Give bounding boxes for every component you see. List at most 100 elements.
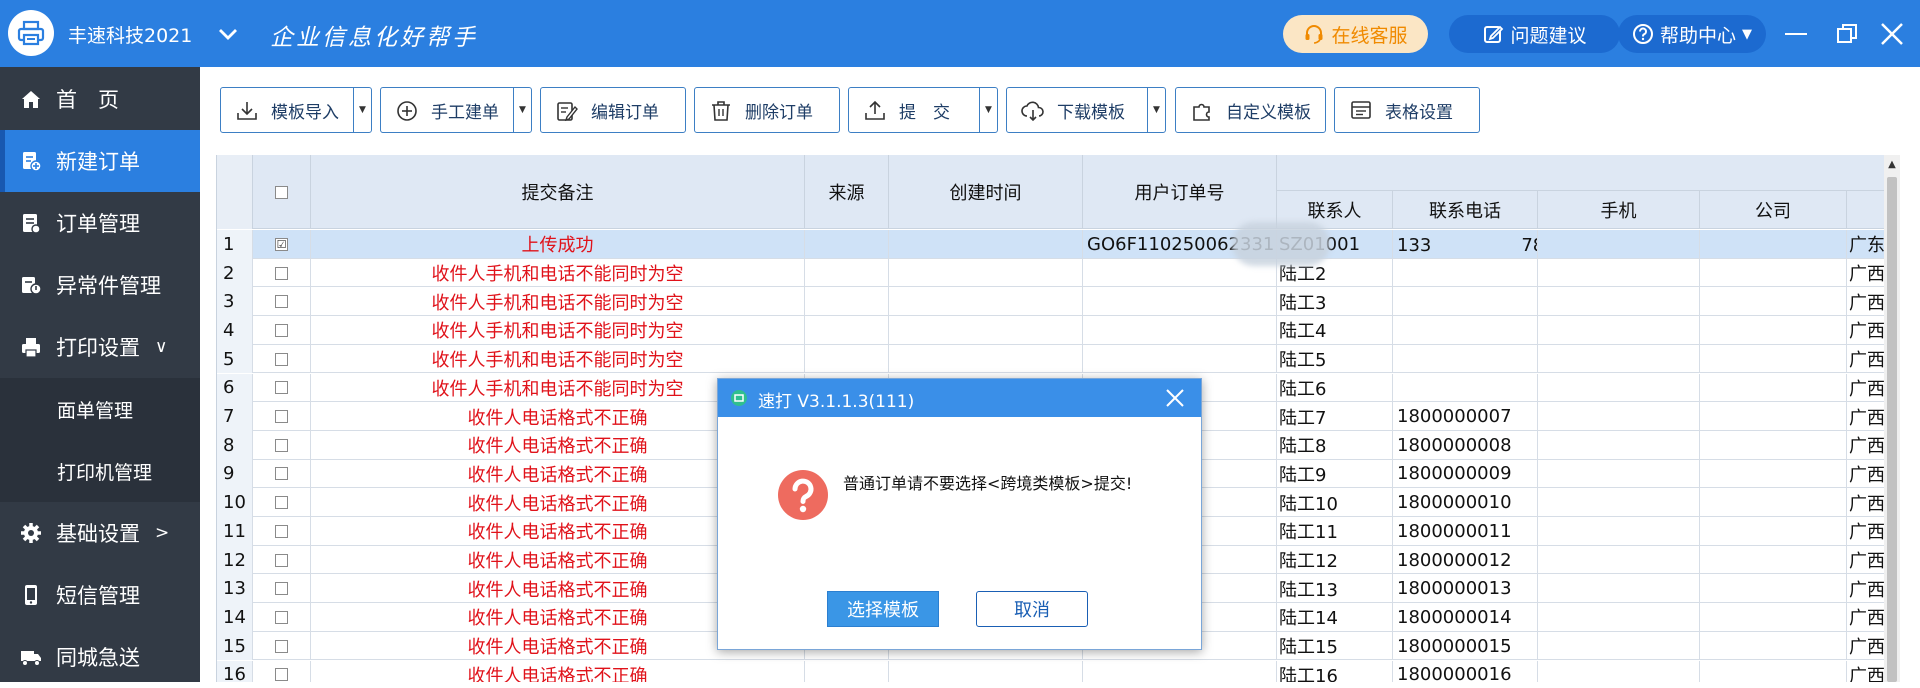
row-checkbox[interactable]: ☑	[275, 237, 288, 251]
row-number[interactable]: 6	[217, 373, 253, 403]
cell-mobile[interactable]	[1538, 459, 1700, 489]
cell-phone[interactable]	[1393, 344, 1538, 374]
dropdown-caret-icon[interactable]: ▼	[979, 88, 997, 132]
cell-created-time[interactable]	[889, 344, 1083, 374]
cell-phone[interactable]: 1800000007	[1393, 402, 1538, 431]
cell-user-order-number[interactable]	[1083, 344, 1277, 374]
cell-region[interactable]: 广西	[1847, 632, 1884, 661]
manual-order-button[interactable]: 手工建单 ▼	[380, 87, 532, 133]
online-service-button[interactable]: 在线客服	[1283, 15, 1428, 53]
table-row[interactable]: 5 收件人手机和电话不能同时为空 陆工5 广西	[217, 344, 1884, 374]
cell-contact[interactable]: 陆工14	[1277, 603, 1393, 632]
table-row[interactable]: 1☑上传成功GO6F110250062331SZ01001133 78广东	[217, 230, 1884, 259]
cell-mobile[interactable]	[1538, 287, 1700, 317]
cell-created-time[interactable]	[889, 258, 1083, 288]
row-number[interactable]: 4	[217, 316, 253, 345]
restore-button[interactable]	[1831, 18, 1863, 50]
cell-user-order-number[interactable]	[1083, 660, 1277, 682]
vertical-scrollbar[interactable]: ▲	[1884, 155, 1900, 682]
cell-contact[interactable]: 陆工3	[1277, 287, 1393, 317]
cell-user-order-number[interactable]	[1083, 316, 1277, 345]
row-checkbox[interactable]	[275, 352, 288, 366]
cell-region[interactable]: 广西	[1847, 488, 1884, 517]
cell-contact[interactable]: 陆工7	[1277, 402, 1393, 431]
row-number[interactable]: 5	[217, 344, 253, 374]
cell-phone[interactable]: 1800000016	[1393, 660, 1538, 682]
cell-mobile[interactable]	[1538, 316, 1700, 345]
column-header-company[interactable]: 公司	[1700, 191, 1847, 229]
cell-mobile[interactable]	[1538, 488, 1700, 517]
column-header-created-time[interactable]: 创建时间	[889, 155, 1083, 229]
row-checkbox[interactable]	[275, 496, 288, 510]
download-template-button[interactable]: 下载模板 ▼	[1006, 87, 1166, 133]
submit-button[interactable]: 提 交 ▼	[848, 87, 998, 133]
cell-phone[interactable]	[1393, 316, 1538, 345]
cell-region[interactable]: 广西	[1847, 431, 1884, 460]
cell-source[interactable]	[805, 660, 889, 682]
sidebar-item-order-management[interactable]: 订单管理	[0, 192, 200, 254]
sidebar-item-waybill-management[interactable]: 面单管理	[0, 378, 200, 440]
suggestion-button[interactable]: 问题建议	[1449, 15, 1620, 53]
row-number[interactable]: 16	[217, 660, 253, 682]
cancel-button[interactable]: 取消	[976, 591, 1088, 627]
cell-contact[interactable]: 陆工5	[1277, 344, 1393, 374]
cell-contact[interactable]: 陆工10	[1277, 488, 1393, 517]
cell-company[interactable]	[1700, 344, 1847, 374]
cell-region[interactable]: 广西	[1847, 287, 1884, 316]
cell-mobile[interactable]	[1538, 402, 1700, 431]
cell-contact[interactable]: 陆工4	[1277, 316, 1393, 345]
cell-note[interactable]: 上传成功	[311, 230, 805, 259]
cell-company[interactable]	[1700, 488, 1847, 517]
scroll-up-arrow-icon[interactable]: ▲	[1884, 157, 1900, 171]
cell-phone[interactable]: 1800000013	[1393, 574, 1538, 604]
cell-contact[interactable]: 陆工11	[1277, 517, 1393, 546]
cell-region[interactable]: 广东	[1847, 230, 1884, 259]
cell-company[interactable]	[1700, 574, 1847, 604]
cell-mobile[interactable]	[1538, 631, 1700, 661]
cell-company[interactable]	[1700, 430, 1847, 460]
row-number[interactable]: 2	[217, 258, 253, 288]
cell-region[interactable]: 广西	[1847, 345, 1884, 374]
table-settings-button[interactable]: 表格设置	[1334, 87, 1480, 133]
cell-region[interactable]: 广西	[1847, 574, 1884, 603]
template-import-button[interactable]: 模板导入 ▼	[220, 87, 372, 133]
row-number[interactable]: 14	[217, 603, 253, 632]
row-number[interactable]: 13	[217, 574, 253, 604]
table-row[interactable]: 16 收件人电话格式不正确 陆工16 1800000016 广西	[217, 660, 1884, 682]
cell-note[interactable]: 收件人电话格式不正确	[311, 660, 805, 682]
cell-contact[interactable]: 陆工12	[1277, 545, 1393, 575]
cell-region[interactable]: 广西	[1847, 603, 1884, 632]
cell-phone[interactable]: 1800000011	[1393, 517, 1538, 546]
cell-phone[interactable]: 133 78	[1393, 230, 1538, 259]
cell-contact[interactable]: 陆工9	[1277, 459, 1393, 489]
company-dropdown-chevron-icon[interactable]	[214, 20, 242, 48]
cell-mobile[interactable]	[1538, 258, 1700, 288]
cell-phone[interactable]: 1800000009	[1393, 459, 1538, 489]
cell-region[interactable]: 广西	[1847, 661, 1884, 682]
row-number[interactable]: 7	[217, 402, 253, 431]
cell-phone[interactable]	[1393, 373, 1538, 403]
cell-mobile[interactable]	[1538, 603, 1700, 632]
cell-region[interactable]: 广西	[1847, 517, 1884, 546]
row-checkbox[interactable]	[275, 610, 288, 624]
cell-company[interactable]	[1700, 316, 1847, 345]
cell-contact[interactable]: 陆工15	[1277, 631, 1393, 661]
cell-mobile[interactable]	[1538, 373, 1700, 403]
cell-mobile[interactable]	[1538, 517, 1700, 546]
cell-phone[interactable]: 1800000015	[1393, 631, 1538, 661]
cell-company[interactable]	[1700, 402, 1847, 431]
row-checkbox[interactable]	[275, 266, 288, 280]
cell-company[interactable]	[1700, 603, 1847, 632]
sidebar-item-new-order[interactable]: 新建订单	[0, 130, 200, 192]
select-all-checkbox[interactable]	[275, 185, 288, 199]
row-checkbox[interactable]	[275, 438, 288, 452]
select-all-header[interactable]	[253, 155, 311, 229]
cell-region[interactable]: 广西	[1847, 402, 1884, 431]
cell-contact[interactable]: 陆工6	[1277, 373, 1393, 403]
row-checkbox[interactable]	[275, 668, 288, 682]
custom-template-button[interactable]: 自定义模板	[1175, 87, 1326, 133]
row-checkbox[interactable]	[275, 639, 288, 653]
row-checkbox[interactable]	[275, 582, 288, 596]
row-checkbox[interactable]	[275, 381, 288, 395]
row-number[interactable]: 11	[217, 517, 253, 546]
